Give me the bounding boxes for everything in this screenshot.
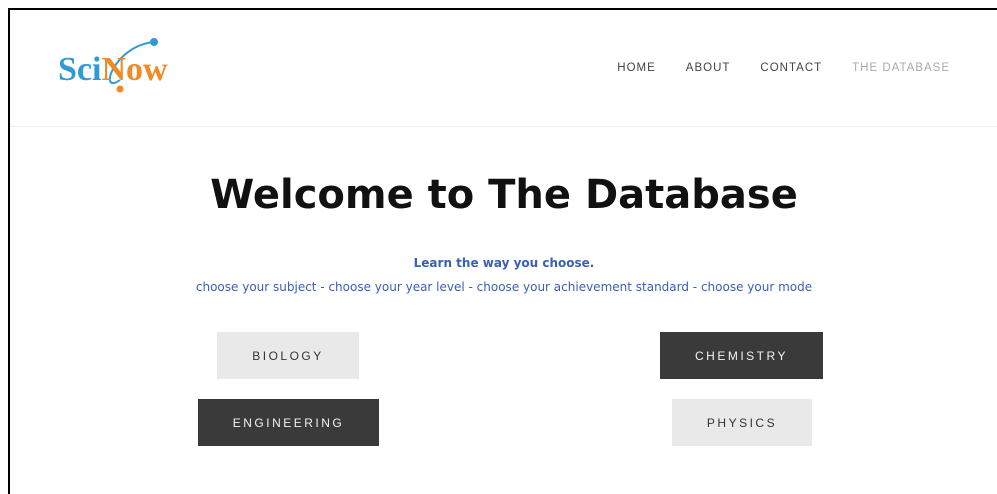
svg-text:SciNow: SciNow	[58, 51, 168, 88]
logo-ow: ow	[126, 51, 168, 88]
orbit-dot-icon	[150, 38, 158, 46]
nav-contact[interactable]: CONTACT	[760, 62, 822, 74]
site-header: SciNow HOME ABOUT CONTACT THE DATABASE	[10, 10, 997, 127]
engineering-button[interactable]: ENGINEERING	[198, 399, 379, 446]
physics-button[interactable]: PHYSICS	[672, 399, 812, 446]
page-frame: SciNow HOME ABOUT CONTACT THE DATABASE W…	[8, 8, 997, 494]
instructions-text: choose your subject - choose your year l…	[195, 280, 813, 294]
nav-about[interactable]: ABOUT	[686, 62, 731, 74]
logo-n: N	[101, 51, 126, 88]
chemistry-button[interactable]: CHEMISTRY	[660, 332, 823, 379]
page-title: Welcome to The Database	[210, 172, 798, 218]
scinow-logo[interactable]: SciNow	[58, 36, 198, 102]
nav-home[interactable]: HOME	[617, 62, 656, 74]
scinow-logo-graphic: SciNow	[58, 38, 168, 93]
biology-button[interactable]: BIOLOGY	[217, 332, 359, 379]
nav-the-database[interactable]: THE DATABASE	[852, 62, 950, 74]
logo-sci: Sci	[58, 51, 101, 88]
main-nav: HOME ABOUT CONTACT THE DATABASE	[617, 62, 950, 74]
tagline: Learn the way you choose.	[413, 256, 595, 270]
